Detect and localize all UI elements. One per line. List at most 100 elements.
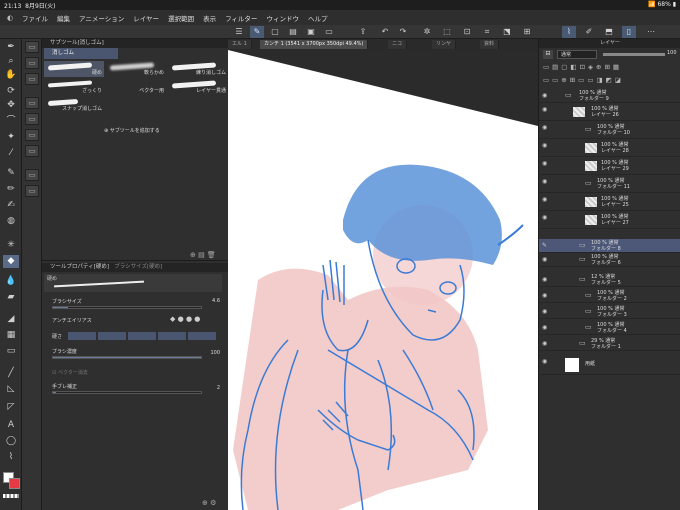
undo-icon[interactable]: ↶: [378, 26, 392, 38]
share-icon[interactable]: ⇪: [356, 26, 370, 38]
layer-row-paper[interactable]: ◉ 用紙: [539, 355, 680, 375]
menu-view[interactable]: 表示: [203, 13, 216, 23]
eye-icon[interactable]: ◉: [542, 256, 547, 263]
layer-row[interactable]: ◉ 100 % 通常 レイヤー 28: [539, 139, 680, 157]
layer-row[interactable]: ◉ ▭ 100 % 通常 フォルダー 9: [539, 89, 680, 103]
layer-row[interactable]: ◉ ▭ 100 % 通常 フォルダー 3: [539, 305, 680, 319]
layer-row[interactable]: ◉ ▭ 100 % 通常 フォルダー 2: [539, 289, 680, 303]
eye-icon[interactable]: ◉: [542, 214, 547, 221]
layer-row[interactable]: ◉ 100 % 通常 レイヤー 26: [539, 103, 680, 121]
quick-access-icon[interactable]: ✎: [250, 26, 264, 38]
layer-row[interactable]: ◉ ▭ 100 % 通常 フォルダー 10: [539, 121, 680, 139]
eye-icon[interactable]: ◉: [542, 196, 547, 203]
decoration-icon[interactable]: ✳: [3, 239, 19, 252]
hamburger-menu-icon[interactable]: ☰: [232, 26, 246, 38]
subtool-group-icon[interactable]: ▭: [25, 113, 39, 125]
tool-property-settings-icon[interactable]: ⊕ ⚙: [202, 499, 216, 507]
layer-row[interactable]: ◉ 100 % 通常 レイヤー 25: [539, 193, 680, 211]
opacity-slider[interactable]: [603, 53, 665, 56]
open-file-icon[interactable]: ▤: [286, 26, 300, 38]
menu-edit[interactable]: 編集: [57, 13, 70, 23]
deselect-icon[interactable]: ⬚: [440, 26, 454, 38]
eye-icon[interactable]: ◉: [542, 178, 547, 185]
subtool-group-icon[interactable]: ▭: [25, 169, 39, 181]
eye-icon[interactable]: ◉: [542, 324, 547, 331]
eye-icon[interactable]: ◉: [542, 358, 547, 365]
subtool-group-icon[interactable]: ▭: [25, 41, 39, 53]
layer-row[interactable]: ◉ ▭ 100 % 通常 フォルダー 4: [539, 321, 680, 335]
eye-icon[interactable]: ◉: [542, 276, 547, 283]
layer-row[interactable]: ◉ ▭ 29 % 通常 フォルダー 1: [539, 337, 680, 351]
tab-doc-3[interactable]: ニコ: [388, 40, 408, 49]
eye-icon[interactable]: ◉: [542, 292, 547, 299]
layer-toolbar-icons[interactable]: ▭▤▢◧⊡◈⊕⊞▦: [543, 63, 679, 73]
eye-icon[interactable]: ◉: [542, 340, 547, 347]
eyedropper-icon[interactable]: ⁄: [3, 147, 19, 160]
menu-help[interactable]: ヘルプ: [308, 13, 328, 23]
figure-icon[interactable]: ▭: [3, 345, 19, 358]
frame-icon[interactable]: ◸: [3, 401, 19, 414]
tab-doc-4[interactable]: リンヤ: [432, 40, 457, 49]
ruler-icon[interactable]: ◺: [3, 383, 19, 396]
clear-icon[interactable]: ⊞: [520, 26, 534, 38]
drawing-canvas[interactable]: [228, 50, 538, 510]
brush-size-slider[interactable]: [52, 306, 202, 309]
layer-row[interactable]: ◉ ▭ 12 % 通常 フォルダー 5: [539, 273, 680, 287]
subtool-group-icon[interactable]: ▭: [25, 73, 39, 85]
palm-icon[interactable]: ⬒: [602, 26, 616, 38]
vector-erase-label[interactable]: ☑ ベクター消去: [52, 369, 88, 376]
airbrush-icon[interactable]: ◍: [3, 215, 19, 228]
eye-icon[interactable]: ◉: [542, 124, 547, 131]
brush-hard[interactable]: 硬め: [44, 61, 104, 77]
layer-row-selected[interactable]: ✎ ▭ 100 % 通常 フォルダー 8: [539, 239, 680, 253]
save-icon[interactable]: ▣: [304, 26, 318, 38]
density-slider[interactable]: [52, 356, 202, 359]
more-icon[interactable]: ⋯: [644, 26, 658, 38]
layer-row[interactable]: ◉ 100 % 通常 レイヤー 29: [539, 157, 680, 175]
text-icon[interactable]: A: [3, 419, 19, 432]
hand-icon[interactable]: ✋: [3, 69, 19, 82]
eye-icon[interactable]: ◉: [542, 106, 547, 113]
smartphone-mode-icon[interactable]: ⌇: [562, 26, 576, 38]
blend-mode-select[interactable]: 通常: [557, 50, 597, 59]
stylus-icon[interactable]: ✐: [582, 26, 596, 38]
fill-icon[interactable]: ▰: [3, 291, 19, 304]
layer-row[interactable]: ◉ 100 % 通常 レイヤー 27: [539, 211, 680, 229]
sub-color-swatch[interactable]: [9, 478, 20, 489]
tab-doc-active[interactable]: カンチ 1 (3541 x 3700px 350dpi 49.4%): [260, 40, 369, 49]
subtool-group-icon[interactable]: ▭: [25, 129, 39, 141]
bucket-icon[interactable]: ◢: [3, 313, 19, 326]
layer-property-icon[interactable]: ⊟: [543, 50, 553, 59]
brush-snap-eraser[interactable]: スナップ消しゴム: [44, 97, 104, 113]
crop-icon[interactable]: ⌗: [480, 26, 494, 38]
invert-selection-icon[interactable]: ⊡: [460, 26, 474, 38]
eye-icon[interactable]: ◉: [542, 160, 547, 167]
layer-action-icons[interactable]: ▭▭⊕⊞▭▭◨◩◪: [543, 76, 679, 86]
magic-wand-icon[interactable]: ✦: [3, 131, 19, 144]
subtool-group-icon[interactable]: ▭: [25, 185, 39, 197]
pen-icon[interactable]: ✎: [3, 167, 19, 180]
eraser-icon[interactable]: ◆: [3, 255, 19, 268]
correct-line-icon[interactable]: ⌇: [3, 451, 19, 464]
layer-row[interactable]: ◉ ▭ 100 % 通常 フォルダー 6: [539, 253, 680, 267]
pencil-icon[interactable]: ✏: [3, 183, 19, 196]
zoom-icon[interactable]: ⌕: [3, 55, 19, 68]
blend-icon[interactable]: 💧: [3, 275, 19, 288]
rotate-icon[interactable]: ⟳: [3, 85, 19, 98]
tab-doc-1[interactable]: エル 1: [228, 40, 252, 49]
brush-rough[interactable]: ざっくり: [44, 79, 104, 95]
brush-kneaded[interactable]: 練り消しゴム: [168, 61, 228, 77]
eye-icon[interactable]: ◉: [542, 92, 547, 99]
layer-row[interactable]: ◉ ▭ 100 % 通常 フォルダー 11: [539, 175, 680, 193]
brush-icon[interactable]: ✍: [3, 199, 19, 212]
eye-icon[interactable]: ◉: [542, 142, 547, 149]
menu-selection[interactable]: 選択範囲: [168, 13, 194, 23]
app-logo-icon[interactable]: ◐: [4, 13, 16, 23]
eye-icon[interactable]: ◉: [542, 308, 547, 315]
menu-animation[interactable]: アニメーション: [79, 13, 124, 23]
redo-icon[interactable]: ↷: [396, 26, 410, 38]
hardness-selector[interactable]: [68, 332, 218, 340]
tab-doc-5[interactable]: 資料: [480, 40, 500, 49]
move-icon[interactable]: ✥: [3, 99, 19, 112]
transform-icon[interactable]: ⬔: [500, 26, 514, 38]
